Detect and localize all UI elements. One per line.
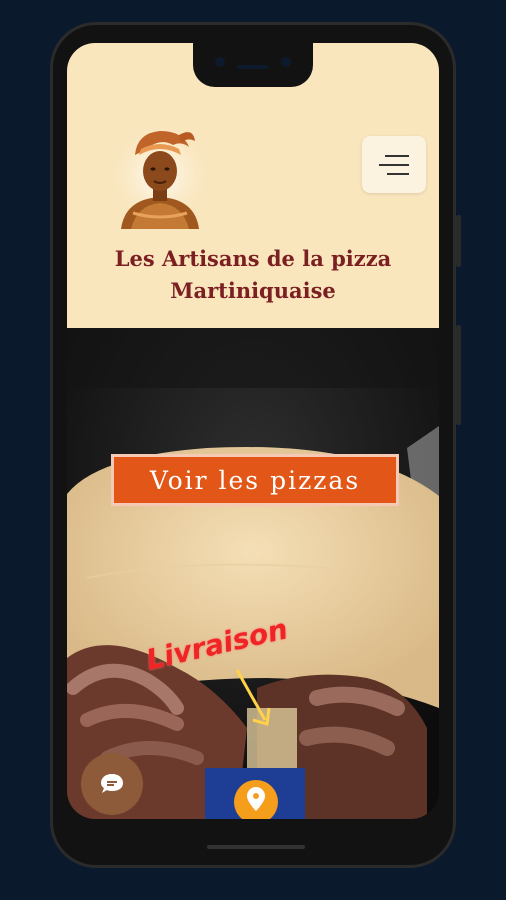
view-pizzas-button[interactable]: Voir les pizzas: [111, 454, 399, 506]
home-indicator: [207, 845, 305, 849]
hero-section: Voir les pizzas Livraison: [67, 328, 439, 819]
dough-hands-image: [67, 328, 439, 819]
woman-headwrap-logo[interactable]: [103, 121, 217, 229]
hamburger-line: [387, 173, 409, 175]
chat-button[interactable]: [81, 753, 143, 815]
location-button[interactable]: [205, 768, 305, 819]
volume-button: [456, 325, 461, 425]
power-button: [456, 215, 461, 267]
site-title-line-1: Les Artisans de la pizza: [114, 246, 392, 271]
phone-frame: Les Artisans de la pizza Martiniquaise V…: [50, 22, 461, 868]
chat-bubble-icon: [101, 774, 123, 793]
hamburger-menu-icon: [385, 155, 409, 157]
camera-notch: [193, 43, 313, 87]
speaker-grille: [237, 65, 269, 69]
sensor-icon: [281, 57, 291, 67]
phone-screen: Les Artisans de la pizza Martiniquaise V…: [67, 43, 439, 819]
hamburger-line: [379, 164, 409, 166]
site-title-line-2: Martiniquaise: [170, 278, 336, 303]
menu-button[interactable]: [362, 136, 426, 193]
site-title: Les Artisans de la pizza Martiniquaise: [67, 243, 439, 307]
location-pin-icon: [247, 787, 265, 811]
camera-icon: [215, 57, 225, 67]
location-circle: [234, 780, 278, 819]
